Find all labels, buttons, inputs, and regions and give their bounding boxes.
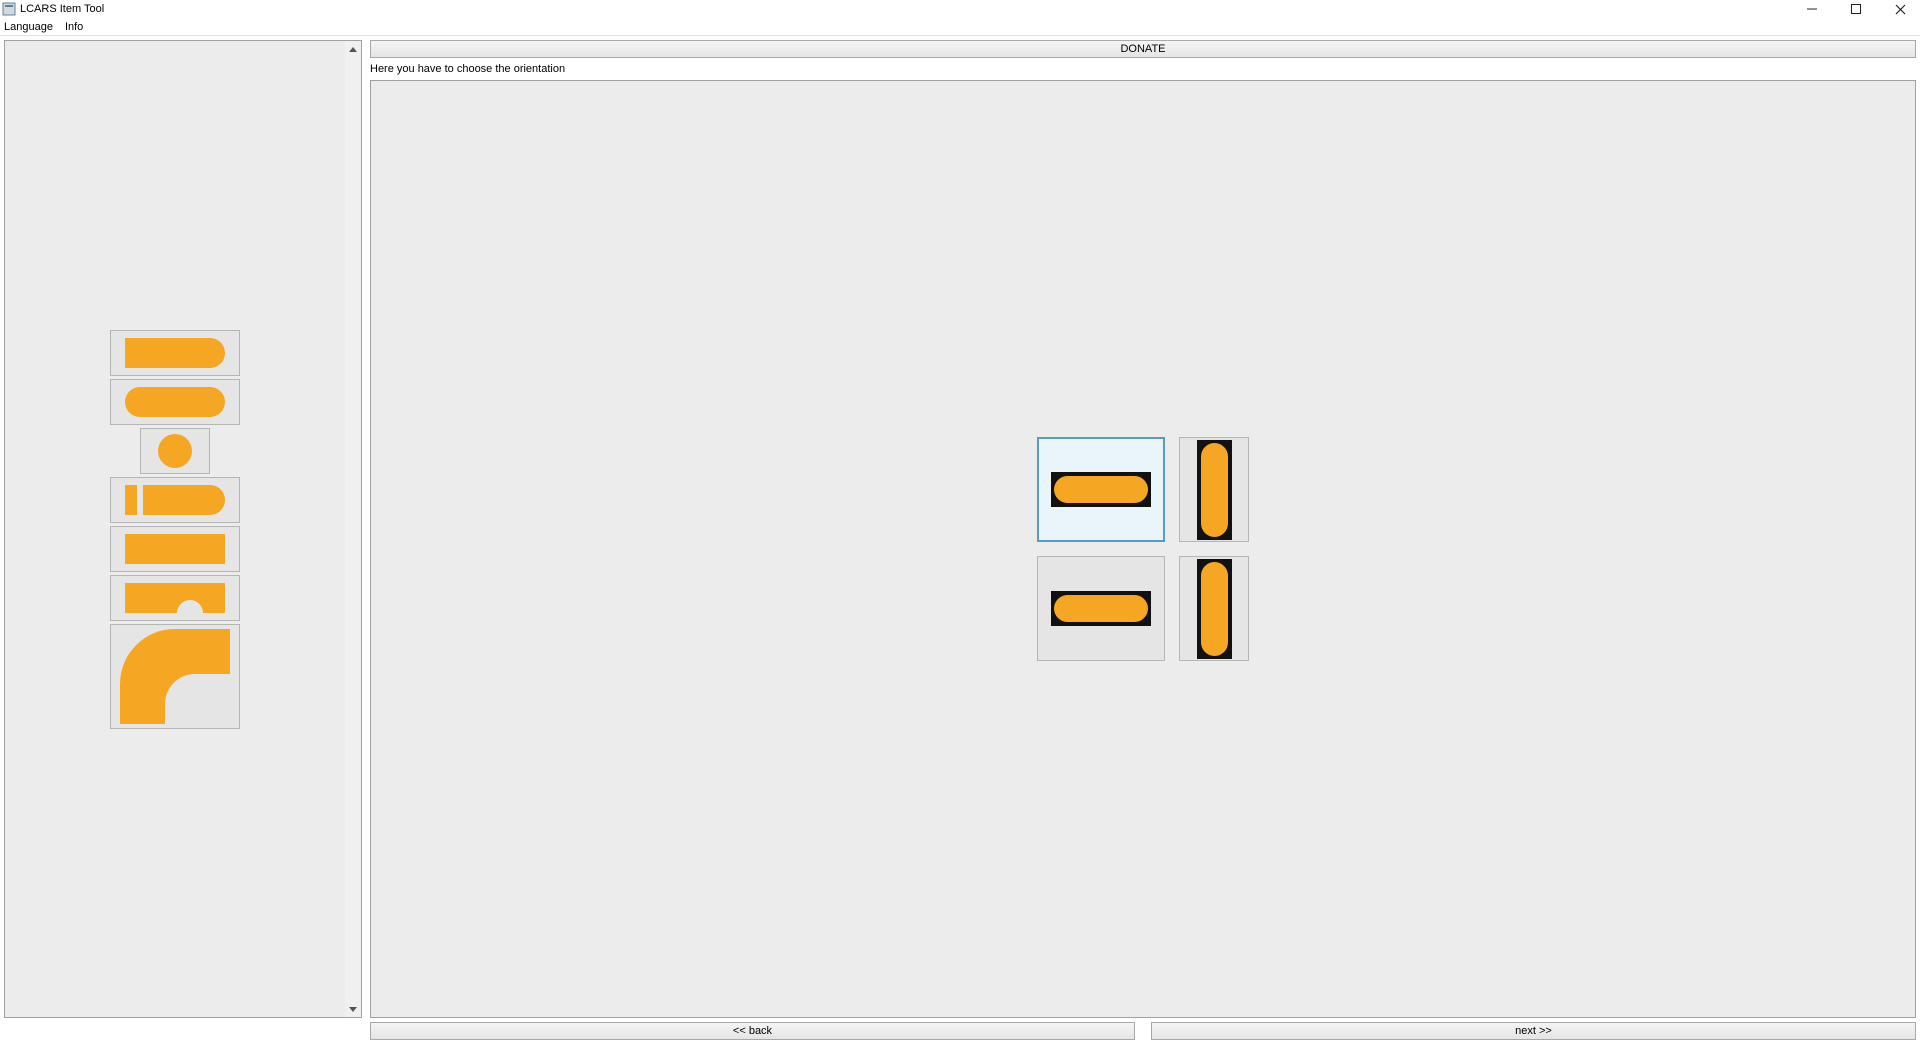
orientation-grid [1037,437,1249,661]
footer-nav: << back next >> [0,1022,1920,1044]
donate-button[interactable]: DONATE [370,40,1916,58]
orientation-canvas [370,80,1916,1018]
instruction-text: Here you have to choose the orientation [370,61,1916,77]
window-controls [1804,1,1918,17]
palette-shape-elbow[interactable] [110,624,240,729]
back-button[interactable]: << back [370,1022,1135,1040]
app-icon [2,2,16,16]
scroll-up-icon[interactable] [345,41,361,57]
next-button[interactable]: next >> [1151,1022,1916,1040]
palette-scrollbar[interactable] [345,41,361,1017]
titlebar: LCARS Item Tool [0,0,1920,18]
palette-shape-circle[interactable] [140,428,210,474]
palette-shape-pill[interactable] [110,379,240,425]
maximize-button[interactable] [1848,1,1864,17]
right-panel: DONATE Here you have to choose the orien… [370,40,1916,1018]
minimize-button[interactable] [1804,1,1820,17]
palette-list [5,41,345,1017]
orientation-horizontal-2[interactable] [1037,556,1165,661]
orientation-horizontal-1[interactable] [1037,437,1165,542]
palette-shape-rectangle[interactable] [110,526,240,572]
menubar: Language Info [0,18,1920,36]
main-content: DONATE Here you have to choose the orien… [0,36,1920,1022]
close-button[interactable] [1892,1,1908,17]
shape-palette [4,40,362,1018]
scroll-down-icon[interactable] [345,1001,361,1017]
orientation-vertical-1[interactable] [1179,437,1249,542]
menu-info[interactable]: Info [63,21,85,33]
palette-shape-split-rounded[interactable] [110,477,240,523]
palette-shape-rect-notch[interactable] [110,575,240,621]
palette-shape-rounded-right[interactable] [110,330,240,376]
menu-language[interactable]: Language [2,21,55,33]
window-title: LCARS Item Tool [20,3,1804,15]
orientation-vertical-2[interactable] [1179,556,1249,661]
